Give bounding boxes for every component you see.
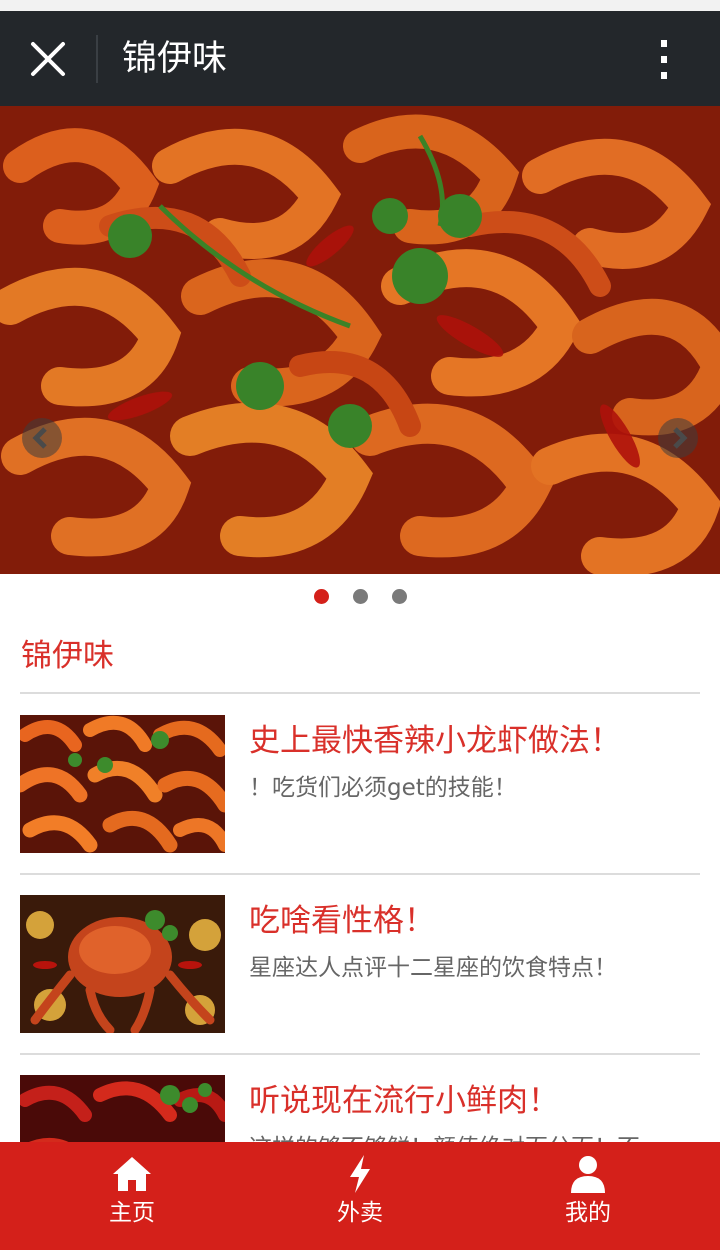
nav-home-label: 主页: [109, 1200, 155, 1226]
spicy-crab-thumbnail: [20, 895, 225, 1033]
article-title[interactable]: 吃啥看性格！: [249, 899, 435, 943]
article-item[interactable]: 吃啥看性格！ 星座达人点评十二星座的饮食特点！: [20, 895, 700, 1033]
more-button[interactable]: [648, 35, 680, 83]
article-title[interactable]: 史上最快香辣小龙虾做法！: [249, 719, 621, 763]
section-title: 锦伊味: [21, 638, 114, 674]
article-item[interactable]: 史上最快香辣小龙虾做法！ ！吃货们必须get的技能！: [20, 715, 700, 853]
more-vertical-icon: [661, 40, 667, 79]
chevron-left-icon: [32, 427, 47, 449]
user-icon: [571, 1156, 605, 1193]
banner-next-button[interactable]: [658, 418, 698, 458]
nav-takeout[interactable]: 外卖: [285, 1142, 435, 1242]
lightning-icon: [350, 1155, 370, 1193]
page-title: 锦伊味: [122, 39, 228, 79]
article-divider: [20, 1053, 700, 1055]
spicy-shrimp-thumbnail: [20, 715, 225, 853]
nav-home[interactable]: 主页: [57, 1142, 207, 1242]
article-title[interactable]: 听说现在流行小鲜肉！: [249, 1079, 559, 1123]
article-description: 星座达人点评十二星座的饮食特点！: [249, 955, 617, 981]
nav-profile-label: 我的: [565, 1200, 611, 1226]
home-icon: [113, 1157, 151, 1191]
carousel-dot-1[interactable]: [313, 589, 329, 604]
close-button[interactable]: [22, 33, 74, 85]
top-bar: 锦伊味: [0, 11, 720, 106]
bottom-navigation: 主页 外卖 我的: [0, 1142, 720, 1250]
carousel-dot-3[interactable]: [391, 589, 407, 604]
article-divider: [20, 873, 700, 875]
nav-profile[interactable]: 我的: [513, 1142, 663, 1242]
article-description: ！吃货们必须get的技能！: [249, 775, 517, 801]
nav-takeout-label: 外卖: [337, 1200, 383, 1226]
carousel-indicators: [0, 586, 720, 606]
header-separator: [96, 35, 98, 83]
spicy-shrimp-photo: [0, 106, 720, 574]
close-icon: [31, 42, 65, 76]
status-bar: [0, 0, 720, 11]
carousel-dot-2[interactable]: [352, 589, 368, 604]
banner-carousel[interactable]: [0, 106, 720, 574]
section-divider: [20, 692, 700, 694]
chevron-right-icon: [673, 427, 688, 449]
banner-prev-button[interactable]: [22, 418, 62, 458]
